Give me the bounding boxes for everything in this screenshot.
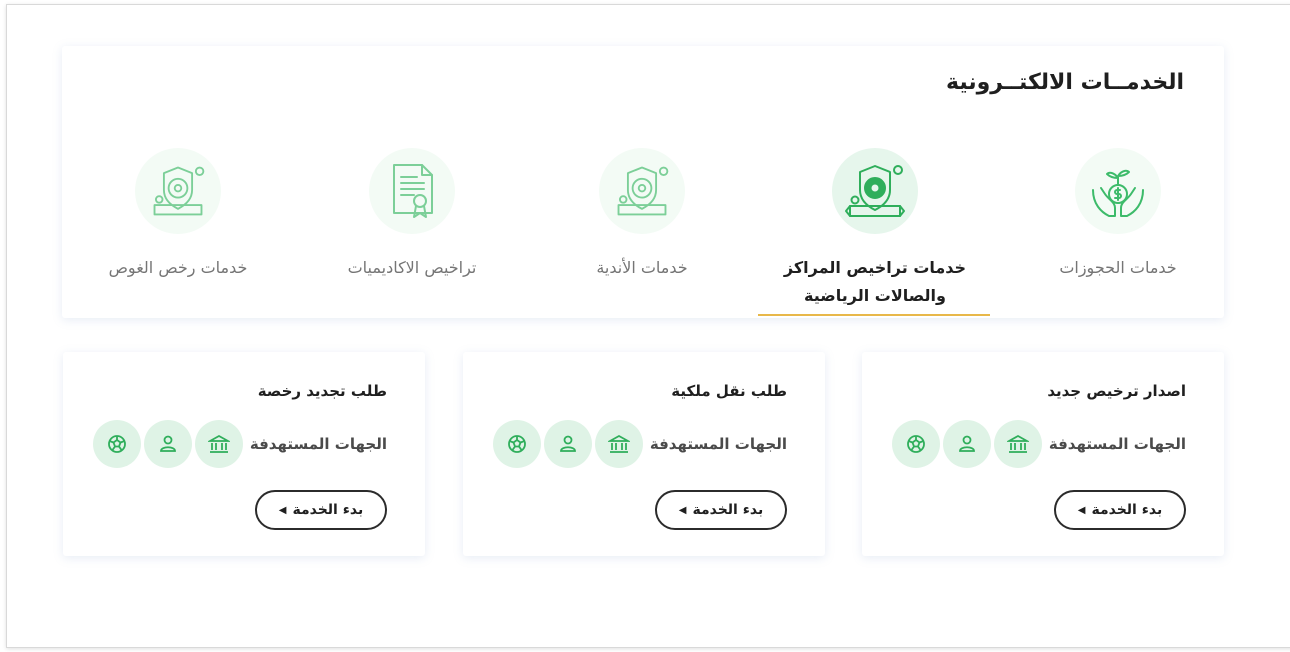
start-service-button[interactable]: بدء الخدمة ◀ xyxy=(655,490,787,530)
button-label: بدء الخدمة xyxy=(1091,502,1163,518)
service-card-license-renewal: طلب تجديد رخصة الجهات المستهدفة بدء الخد… xyxy=(63,352,425,556)
certificate-document-icon xyxy=(369,148,455,234)
football-icon xyxy=(92,420,141,468)
tab-diving-licenses[interactable]: خدمات رخص الغوص xyxy=(88,148,268,282)
card-title: اصدار ترخيص جديد xyxy=(1047,382,1186,400)
person-icon xyxy=(143,420,192,468)
active-tab-indicator xyxy=(758,314,990,316)
government-building-icon xyxy=(194,420,243,468)
person-icon xyxy=(942,420,991,468)
football-icon xyxy=(492,420,541,468)
club-shield-icon xyxy=(599,148,685,234)
hands-money-icon xyxy=(1075,148,1161,234)
button-label: بدء الخدمة xyxy=(292,502,364,518)
caret-left-icon: ◀ xyxy=(278,504,287,516)
tab-sports-centers-licenses[interactable]: خدمات تراخيص المراكز والصالات الرياضية xyxy=(760,148,990,310)
tab-clubs[interactable]: خدمات الأندية xyxy=(562,148,722,282)
target-entities: الجهات المستهدفة xyxy=(891,420,1186,468)
target-entities: الجهات المستهدفة xyxy=(92,420,387,468)
caret-left-icon: ◀ xyxy=(1077,504,1086,516)
football-icon xyxy=(891,420,940,468)
tab-label: خدمات الأندية xyxy=(596,258,688,277)
services-panel: الخدمــات الالكتــرونية خدمات الحجوزات خ… xyxy=(62,46,1224,318)
card-title: طلب تجديد رخصة xyxy=(257,382,387,400)
diving-license-shield-icon xyxy=(135,148,221,234)
targets-label: الجهات المستهدفة xyxy=(1048,435,1186,453)
tab-reservations[interactable]: خدمات الحجوزات xyxy=(1028,148,1208,282)
targets-label: الجهات المستهدفة xyxy=(649,435,787,453)
sports-license-shield-icon xyxy=(832,148,918,234)
caret-left-icon: ◀ xyxy=(678,504,687,516)
start-service-button[interactable]: بدء الخدمة ◀ xyxy=(255,490,387,530)
government-building-icon xyxy=(993,420,1042,468)
targets-label: الجهات المستهدفة xyxy=(249,435,387,453)
button-label: بدء الخدمة xyxy=(692,502,764,518)
person-icon xyxy=(543,420,592,468)
service-card-ownership-transfer: طلب نقل ملكية الجهات المستهدفة بدء الخدم… xyxy=(463,352,825,556)
service-card-new-license: اصدار ترخيص جديد الجهات المستهدفة بدء ال… xyxy=(862,352,1224,556)
card-title: طلب نقل ملكية xyxy=(671,382,787,400)
government-building-icon xyxy=(594,420,643,468)
start-service-button[interactable]: بدء الخدمة ◀ xyxy=(1054,490,1186,530)
tab-label: خدمات رخص الغوص xyxy=(108,258,248,277)
tab-label: خدمات تراخيص المراكز والصالات الرياضية xyxy=(783,258,967,305)
tab-academies-licenses[interactable]: تراخيص الاكاديميات xyxy=(312,148,512,282)
tab-label: تراخيص الاكاديميات xyxy=(347,258,477,277)
tab-label: خدمات الحجوزات xyxy=(1059,258,1177,277)
section-title: الخدمــات الالكتــرونية xyxy=(946,70,1184,95)
target-entities: الجهات المستهدفة xyxy=(492,420,787,468)
